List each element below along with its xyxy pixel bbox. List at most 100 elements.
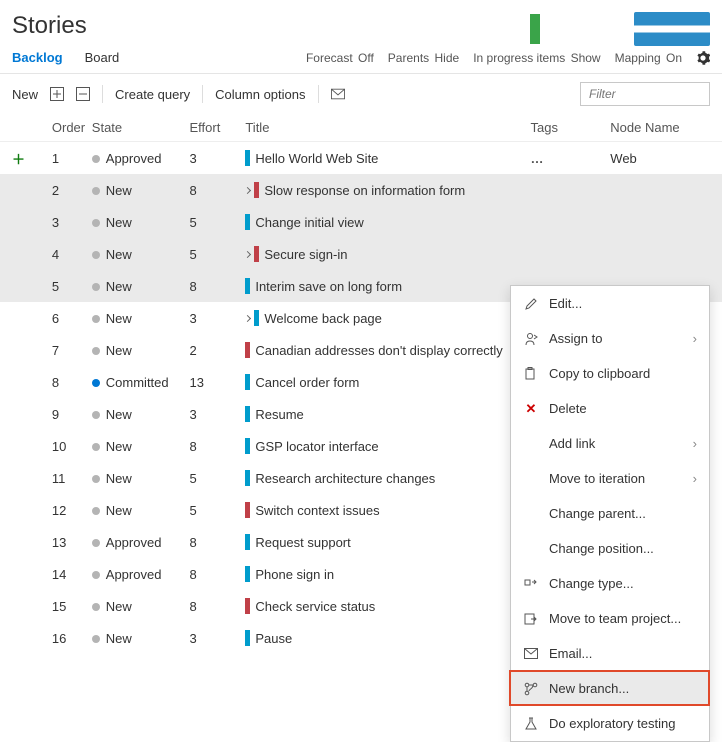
cell-order: 6 xyxy=(52,311,92,326)
cell-state: New xyxy=(92,215,190,230)
cell-order: 2 xyxy=(52,183,92,198)
add-row-icon[interactable]: ＋ xyxy=(12,149,52,168)
cell-title[interactable]: Phone sign in xyxy=(245,566,530,583)
cell-state: Approved xyxy=(92,535,190,550)
cell-order: 12 xyxy=(52,503,92,518)
mapping-toggle[interactable]: Mapping On xyxy=(615,51,682,65)
col-title[interactable]: Title xyxy=(245,120,530,135)
chevron-right-icon: › xyxy=(693,471,697,486)
remove-item-icon[interactable] xyxy=(76,87,90,101)
cell-order: 1 xyxy=(52,151,92,166)
menu-move-iteration[interactable]: Move to iteration › xyxy=(511,461,709,496)
menu-change-position[interactable]: Change position... xyxy=(511,531,709,566)
cell-state: New xyxy=(92,407,190,422)
chevron-right-icon[interactable] xyxy=(244,187,251,194)
cell-effort: 2 xyxy=(190,343,246,358)
table-row[interactable]: 3New5Change initial view xyxy=(0,206,722,238)
cell-title[interactable]: Resume xyxy=(245,406,530,423)
cell-effort: 8 xyxy=(190,279,246,294)
parents-toggle[interactable]: Parents Hide xyxy=(388,51,459,65)
menu-delete[interactable]: ✕ Delete xyxy=(511,391,709,426)
cell-title[interactable]: Secure sign-in xyxy=(245,246,530,263)
col-effort[interactable]: Effort xyxy=(190,120,246,135)
cell-order: 9 xyxy=(52,407,92,422)
cell-state: New xyxy=(92,439,190,454)
inprogress-toggle[interactable]: In progress items Show xyxy=(473,51,600,65)
chevron-right-icon: › xyxy=(693,436,697,451)
cell-effort: 5 xyxy=(190,247,246,262)
col-node[interactable]: Node Name xyxy=(610,120,710,135)
column-options-button[interactable]: Column options xyxy=(215,87,305,102)
cell-title[interactable]: Pause xyxy=(245,630,530,647)
menu-exploratory-testing[interactable]: Do exploratory testing xyxy=(511,706,709,741)
col-tags[interactable]: Tags xyxy=(531,120,611,135)
move-project-icon xyxy=(523,612,539,626)
context-menu: Edit... Assign to › Copy to clipboard ✕ … xyxy=(510,285,710,742)
tab-backlog[interactable]: Backlog xyxy=(12,50,63,65)
menu-assign-to[interactable]: Assign to › xyxy=(511,321,709,356)
cell-state: New xyxy=(92,599,190,614)
cell-title[interactable]: GSP locator interface xyxy=(245,438,530,455)
cell-title[interactable]: Hello World Web Site xyxy=(245,150,530,167)
chevron-right-icon[interactable] xyxy=(244,315,251,322)
cell-title[interactable]: Research architecture changes xyxy=(245,470,530,487)
menu-new-branch[interactable]: New branch... xyxy=(511,671,709,706)
cell-title[interactable]: Switch context issues xyxy=(245,502,530,519)
menu-edit[interactable]: Edit... xyxy=(511,286,709,321)
cell-title[interactable]: Change initial view xyxy=(245,214,530,231)
tab-board[interactable]: Board xyxy=(85,50,120,65)
row-actions-icon[interactable]: … xyxy=(531,151,545,166)
cell-order: 14 xyxy=(52,567,92,582)
cell-effort: 8 xyxy=(190,567,246,582)
cell-effort: 8 xyxy=(190,183,246,198)
cell-state: Approved xyxy=(92,567,190,582)
cell-title[interactable]: Slow response on information form xyxy=(245,182,530,199)
cell-title[interactable]: Check service status xyxy=(245,598,530,615)
cell-order: 8 xyxy=(52,375,92,390)
cell-title[interactable]: Canadian addresses don't display correct… xyxy=(245,342,530,359)
cell-title[interactable]: Cancel order form xyxy=(245,374,530,391)
cell-title[interactable]: Interim save on long form xyxy=(245,278,530,295)
cell-order: 15 xyxy=(52,599,92,614)
forecast-toggle[interactable]: Forecast Off xyxy=(306,51,374,65)
table-header: Order State Effort Title Tags Node Name xyxy=(0,114,722,142)
gear-icon[interactable] xyxy=(696,51,710,65)
cell-state: New xyxy=(92,311,190,326)
chevron-right-icon[interactable] xyxy=(244,251,251,258)
cell-title[interactable]: Welcome back page xyxy=(245,310,530,327)
cell-order: 11 xyxy=(52,471,92,486)
col-state[interactable]: State xyxy=(92,120,190,135)
add-item-icon[interactable] xyxy=(50,87,64,101)
cell-effort: 3 xyxy=(190,407,246,422)
table-row[interactable]: 2New8Slow response on information form xyxy=(0,174,722,206)
menu-email[interactable]: Email... xyxy=(511,636,709,671)
table-row[interactable]: 4New5Secure sign-in xyxy=(0,238,722,270)
email-icon[interactable] xyxy=(331,87,345,101)
create-query-button[interactable]: Create query xyxy=(115,87,190,102)
cell-state: Approved xyxy=(92,151,190,166)
cell-title[interactable]: Request support xyxy=(245,534,530,551)
col-order[interactable]: Order xyxy=(52,120,92,135)
menu-move-team-project[interactable]: Move to team project... xyxy=(511,601,709,636)
filter-field[interactable] xyxy=(587,86,722,102)
cell-effort: 8 xyxy=(190,599,246,614)
cell-order: 16 xyxy=(52,631,92,646)
cell-order: 4 xyxy=(52,247,92,262)
new-button[interactable]: New xyxy=(12,87,38,102)
menu-change-type[interactable]: Change type... xyxy=(511,566,709,601)
cell-node: Web xyxy=(610,151,710,166)
filter-input[interactable] xyxy=(580,82,710,106)
menu-copy[interactable]: Copy to clipboard xyxy=(511,356,709,391)
close-icon: ✕ xyxy=(523,401,539,417)
change-type-icon xyxy=(523,577,539,591)
menu-change-parent[interactable]: Change parent... xyxy=(511,496,709,531)
cell-effort: 3 xyxy=(190,631,246,646)
cell-effort: 8 xyxy=(190,535,246,550)
table-row[interactable]: ＋1Approved3Hello World Web Site…Web xyxy=(0,142,722,174)
cell-effort: 13 xyxy=(190,375,246,390)
cell-effort: 3 xyxy=(190,311,246,326)
cell-effort: 5 xyxy=(190,503,246,518)
menu-add-link[interactable]: Add link › xyxy=(511,426,709,461)
cell-effort: 5 xyxy=(190,471,246,486)
email-icon xyxy=(523,648,539,659)
